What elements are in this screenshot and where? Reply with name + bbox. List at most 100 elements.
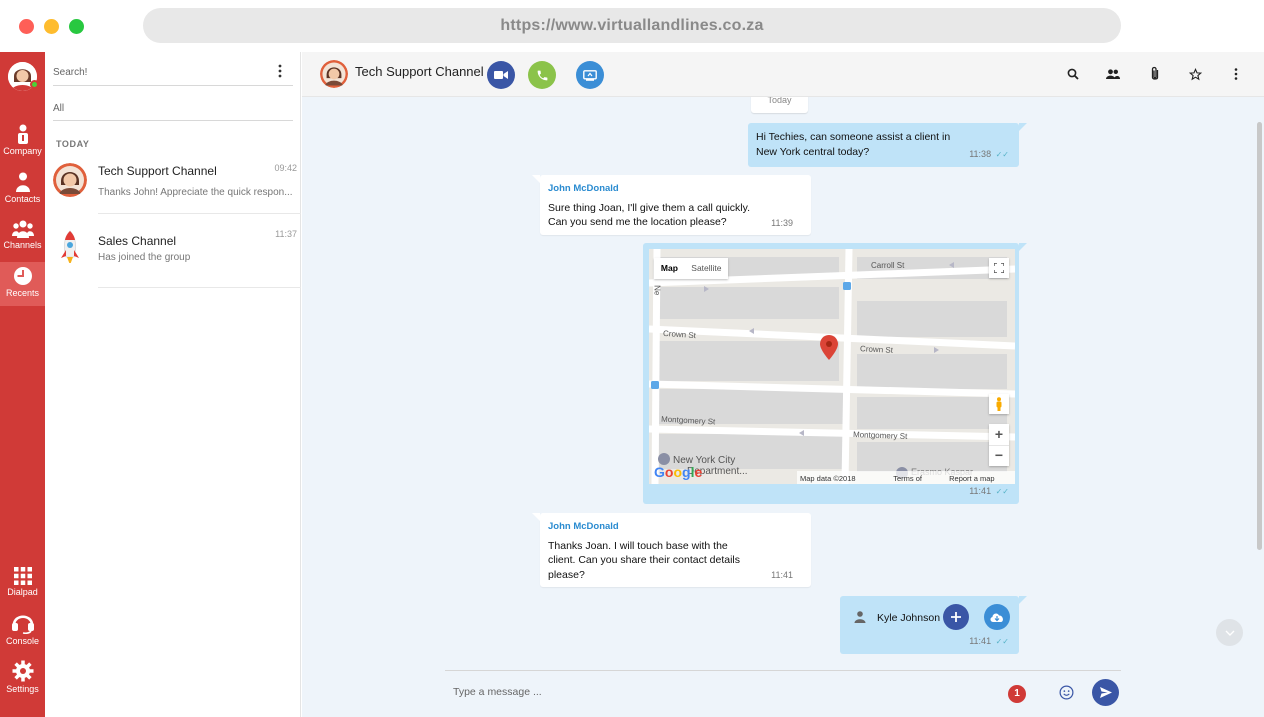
message-input[interactable]: Type a message ...	[453, 686, 542, 698]
star-icon[interactable]	[1186, 65, 1204, 83]
rail-item-label: Company	[3, 146, 42, 156]
read-receipt-icon: ✓✓	[995, 486, 1009, 496]
map-tiles	[649, 249, 1015, 484]
rail-item-label: Recents	[5, 288, 40, 298]
street-view-pegman-icon[interactable]	[989, 394, 1009, 414]
channels-icon	[11, 220, 34, 238]
zoom-in-icon[interactable]: +	[989, 424, 1009, 445]
paperclip-icon[interactable]	[1146, 65, 1164, 83]
bubble-tail	[1019, 243, 1027, 251]
emoji-icon[interactable]	[1059, 685, 1074, 705]
message-bubble-outgoing[interactable]: Hi Techies, can someone assist a client …	[748, 123, 1027, 167]
conversation-item-sales[interactable]: Sales Channel 11:37 Has joined the group	[45, 226, 301, 288]
bubble-tail	[1019, 123, 1027, 131]
day-separator: Today	[751, 97, 808, 113]
search-input[interactable]: Search!	[53, 62, 293, 86]
location-map[interactable]: Carroll St Crown St Crown St Montgomery …	[649, 249, 1015, 484]
screen-share-icon	[583, 69, 597, 81]
message-text: Hi Techies, can someone assist a client …	[756, 131, 951, 143]
conversation-time: 09:42	[274, 163, 297, 173]
street-label: Montgomery St	[852, 430, 908, 441]
rail-item-settings[interactable]: Settings	[0, 660, 45, 694]
send-button[interactable]	[1092, 679, 1119, 706]
app-rail: Company Contacts Channels Recents Dialpa…	[0, 52, 45, 717]
bubble-tail	[532, 175, 540, 183]
terms-link[interactable]: Terms of Use	[893, 472, 937, 484]
message-meta: 11:41 ✓✓	[969, 484, 1009, 500]
rail-item-label: Channels	[3, 240, 42, 250]
add-contact-button[interactable]	[943, 604, 969, 630]
fullscreen-icon[interactable]	[989, 258, 1009, 278]
message-bubble-contact[interactable]: Kyle Johnson 11:41 ✓✓	[840, 596, 1027, 654]
message-time: 11:41	[969, 485, 992, 496]
read-receipt-icon: ✓✓	[995, 636, 1009, 646]
conversation-preview: Has joined the group	[98, 252, 191, 263]
rail-item-contacts[interactable]: Contacts	[0, 172, 45, 204]
notification-badge[interactable]: 1	[1008, 685, 1026, 703]
conversation-name: Sales Channel	[98, 234, 177, 248]
read-receipt-icon: ✓✓	[995, 149, 1009, 159]
participants-icon[interactable]	[1104, 65, 1122, 83]
chat-title: Tech Support Channel	[355, 64, 484, 79]
message-meta: 11:41 ✓✓	[969, 634, 1009, 650]
scroll-to-bottom-button[interactable]	[1216, 619, 1243, 646]
message-bubble-location[interactable]: Carroll St Crown St Crown St Montgomery …	[643, 243, 1027, 504]
screen-share-button[interactable]	[576, 61, 604, 89]
rail-item-label: Console	[5, 636, 40, 646]
message-time: 11:39	[771, 217, 793, 228]
message-bubble-incoming[interactable]: John McDonald Sure thing Joan, I'll give…	[532, 175, 811, 235]
chat-message-area: Today Hi Techies, can someone assist a c…	[302, 97, 1264, 717]
send-icon	[1099, 687, 1112, 698]
more-options-icon[interactable]	[1227, 65, 1245, 83]
more-options-icon[interactable]	[277, 64, 283, 83]
divider	[98, 213, 301, 214]
zoom-control: + −	[989, 424, 1009, 466]
message-bubble-incoming[interactable]: John McDonald Thanks Joan. I will touch …	[532, 513, 811, 587]
window-maximize-button[interactable]	[69, 19, 84, 34]
window-minimize-button[interactable]	[44, 19, 59, 34]
headset-icon	[11, 615, 34, 634]
rail-item-company[interactable]: Company	[0, 124, 45, 156]
search-icon[interactable]	[1064, 65, 1082, 83]
section-label: TODAY	[56, 139, 90, 149]
report-map-error-link[interactable]: Report a map error	[949, 472, 1012, 484]
street-label: Crown St	[662, 328, 697, 341]
chat-header: Tech Support Channel	[302, 52, 1264, 97]
conversation-preview: Thanks John! Appreciate the quick respon…	[98, 187, 293, 198]
message-text: please?	[548, 568, 585, 581]
rail-item-dialpad[interactable]: Dialpad	[0, 567, 45, 597]
gear-icon	[12, 660, 33, 682]
contact-name: Kyle Johnson	[877, 612, 941, 624]
rail-item-channels[interactable]: Channels	[0, 220, 45, 250]
bubble-tail	[1019, 596, 1027, 604]
zoom-out-icon[interactable]: −	[989, 445, 1009, 466]
map-data-credit: Map data ©2018 Google	[800, 474, 856, 483]
download-contact-button[interactable]	[984, 604, 1010, 630]
rail-item-label: Settings	[6, 684, 39, 694]
rail-item-recents[interactable]: Recents	[0, 262, 45, 306]
conversation-list-panel: Search! All TODAY Tech Support Channel 0…	[45, 52, 301, 717]
window-close-button[interactable]	[19, 19, 34, 34]
online-status-dot	[30, 80, 39, 89]
rail-item-label: Dialpad	[7, 587, 38, 597]
person-icon	[854, 611, 866, 628]
message-time: 11:41	[771, 569, 793, 580]
voice-call-button[interactable]	[528, 61, 556, 89]
message-text: Thanks Joan. I will touch base with the	[548, 539, 728, 552]
clock-icon	[13, 267, 32, 285]
conversation-item-tech-support[interactable]: Tech Support Channel 09:42 Thanks John! …	[45, 160, 301, 214]
rail-item-console[interactable]: Console	[0, 612, 45, 646]
address-bar[interactable]: https://www.virtuallandlines.co.za	[143, 8, 1121, 43]
satellite-tab[interactable]: Satellite	[685, 258, 728, 279]
filter-select[interactable]: All	[53, 99, 293, 121]
message-text: Can you send me the location please?	[548, 216, 727, 228]
message-sender: John McDonald	[548, 521, 619, 532]
map-tab[interactable]: Map	[654, 258, 685, 279]
divider	[98, 287, 301, 288]
bubble-tail	[532, 513, 540, 521]
chat-scrollbar[interactable]	[1257, 122, 1262, 550]
street-label: Carroll St	[871, 261, 905, 270]
video-call-button[interactable]	[487, 61, 515, 89]
message-sender: John McDonald	[548, 183, 619, 194]
map-attribution: Map data ©2018 Google Terms of Use Repor…	[797, 471, 1015, 484]
